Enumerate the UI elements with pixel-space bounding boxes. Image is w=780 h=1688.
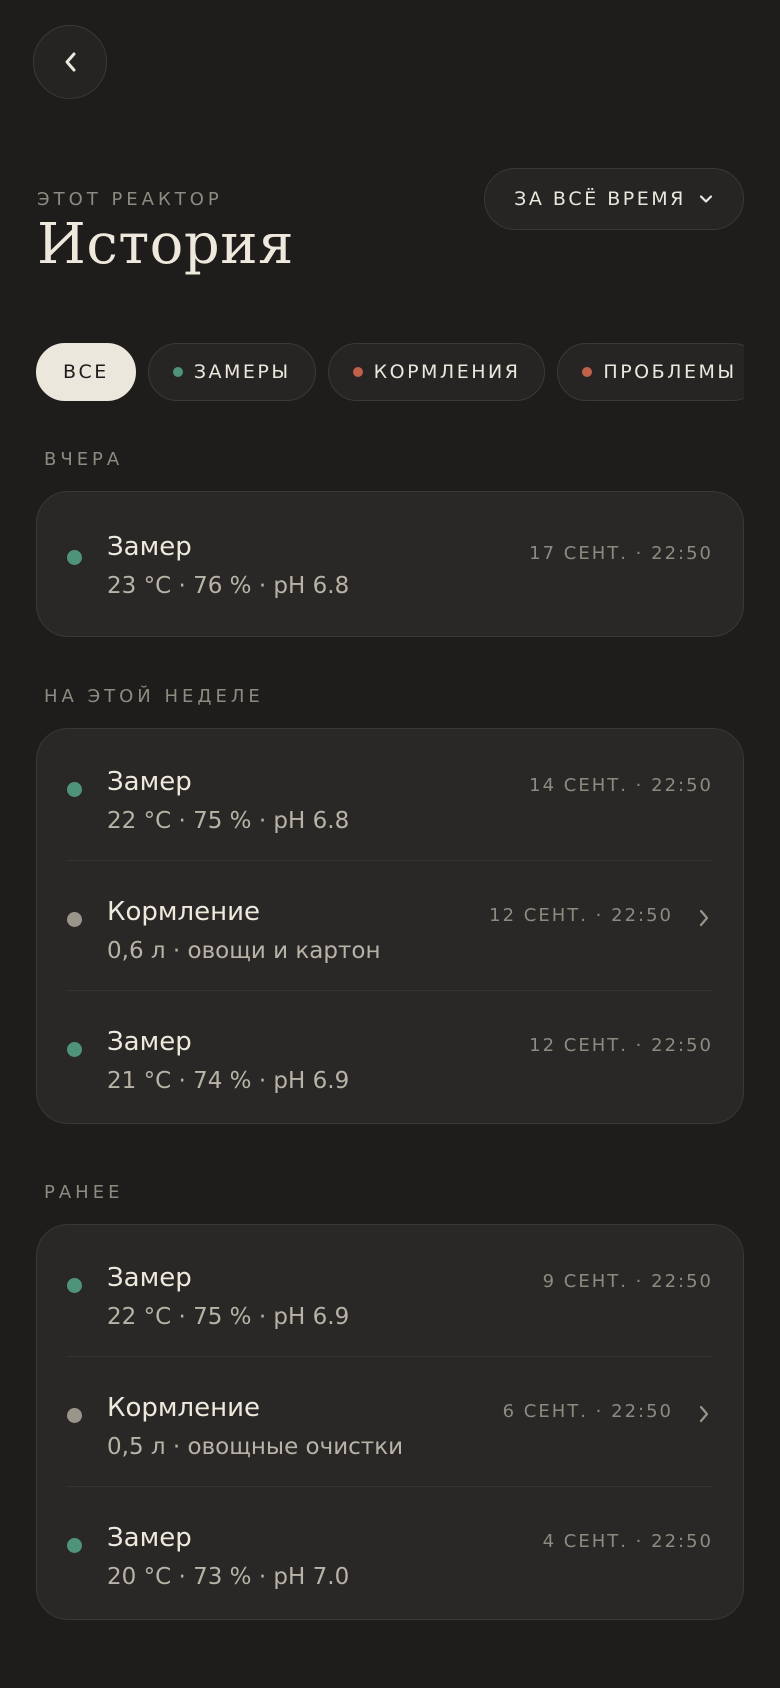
history-screen: ЭТОТ РЕАКТОР История ЗА ВСЁ ВРЕМЯ ВСЕ ЗА… <box>0 0 780 1688</box>
history-row[interactable]: Замер 22 °C · 75 % · pH 6.8 14 СЕНТ. · 2… <box>67 731 713 861</box>
entry-time: 6 СЕНТ. · 22:50 <box>502 1401 673 1422</box>
page-eyebrow: ЭТОТ РЕАКТОР <box>37 189 223 210</box>
entry-time: 9 СЕНТ. · 22:50 <box>542 1271 713 1292</box>
chevron-right-icon <box>699 909 709 927</box>
entry-name: Замер <box>107 1523 192 1553</box>
kind-dot <box>67 782 82 797</box>
page-title: История <box>37 212 294 277</box>
filter-dot <box>172 367 183 377</box>
entry-name: Кормление <box>107 897 260 927</box>
period-label: ЗА ВСЁ ВРЕМЯ <box>514 188 686 210</box>
entry-detail: 0,5 л · овощные очистки <box>107 1434 404 1460</box>
filter-dot <box>352 367 363 377</box>
history-card: Замер 22 °C · 75 % · pH 6.9 9 СЕНТ. · 22… <box>36 1224 744 1620</box>
kind-dot <box>67 550 82 565</box>
chevron-right-icon <box>699 1405 709 1423</box>
filter-dot <box>582 367 593 377</box>
entry-detail: 23 °C · 76 % · pH 6.8 <box>107 573 350 599</box>
history-row[interactable]: Замер 20 °C · 73 % · pH 7.0 4 СЕНТ. · 22… <box>67 1487 713 1617</box>
section-label-yesterday: ВЧЕРА <box>44 449 124 470</box>
entry-time: 12 СЕНТ. · 22:50 <box>489 905 673 926</box>
entry-detail: 22 °C · 75 % · pH 6.9 <box>107 1304 350 1330</box>
history-row[interactable]: Замер 22 °C · 75 % · pH 6.9 9 СЕНТ. · 22… <box>67 1227 713 1357</box>
entry-time: 12 СЕНТ. · 22:50 <box>529 1035 713 1056</box>
filter-chip-label: ЗАМЕРЫ <box>193 361 291 383</box>
back-button[interactable] <box>33 25 107 99</box>
filter-chip-label: ВСЕ <box>63 361 109 383</box>
kind-dot <box>67 1408 82 1423</box>
entry-name: Замер <box>107 1027 192 1057</box>
entry-name: Замер <box>107 532 192 562</box>
filter-chip-all[interactable]: ВСЕ <box>36 343 136 401</box>
chevron-down-icon <box>699 195 712 203</box>
history-row[interactable]: Кормление 0,5 л · овощные очистки 6 СЕНТ… <box>67 1357 713 1487</box>
entry-time: 17 СЕНТ. · 22:50 <box>529 543 713 564</box>
section-label-earlier: РАНЕЕ <box>44 1182 124 1203</box>
entry-time: 14 СЕНТ. · 22:50 <box>529 775 713 796</box>
entry-name: Замер <box>107 1263 192 1293</box>
filter-chip-feedings[interactable]: КОРМЛЕНИЯ <box>327 343 546 401</box>
kind-dot <box>67 1278 82 1293</box>
history-card: Замер 22 °C · 75 % · pH 6.8 14 СЕНТ. · 2… <box>36 728 744 1124</box>
filter-chips: ВСЕ ЗАМЕРЫ КОРМЛЕНИЯ ПРОБЛЕМЫ <box>36 343 744 401</box>
entry-detail: 0,6 л · овощи и картон <box>107 938 381 964</box>
entry-detail: 20 °C · 73 % · pH 7.0 <box>107 1564 350 1590</box>
entry-detail: 21 °C · 74 % · pH 6.9 <box>107 1068 350 1094</box>
period-dropdown[interactable]: ЗА ВСЁ ВРЕМЯ <box>484 168 744 230</box>
chevron-left-icon <box>65 52 76 72</box>
entry-name: Кормление <box>107 1393 260 1423</box>
section-label-this-week: НА ЭТОЙ НЕДЕЛЕ <box>44 686 264 707</box>
kind-dot <box>67 912 82 927</box>
filter-chip-label: ПРОБЛЕМЫ <box>603 361 737 383</box>
kind-dot <box>67 1538 82 1553</box>
history-card: Замер 23 °C · 76 % · pH 6.8 17 СЕНТ. · 2… <box>36 491 744 637</box>
filter-chip-measurements[interactable]: ЗАМЕРЫ <box>147 343 316 401</box>
filter-chip-problems[interactable]: ПРОБЛЕМЫ <box>557 343 744 401</box>
history-row[interactable]: Замер 21 °C · 74 % · pH 6.9 12 СЕНТ. · 2… <box>67 991 713 1121</box>
history-row[interactable]: Кормление 0,6 л · овощи и картон 12 СЕНТ… <box>67 861 713 991</box>
kind-dot <box>67 1042 82 1057</box>
entry-name: Замер <box>107 767 192 797</box>
entry-detail: 22 °C · 75 % · pH 6.8 <box>107 808 350 834</box>
filter-chip-label: КОРМЛЕНИЯ <box>373 361 521 383</box>
entry-time: 4 СЕНТ. · 22:50 <box>542 1531 713 1552</box>
history-row[interactable]: Замер 23 °C · 76 % · pH 6.8 17 СЕНТ. · 2… <box>67 492 713 636</box>
